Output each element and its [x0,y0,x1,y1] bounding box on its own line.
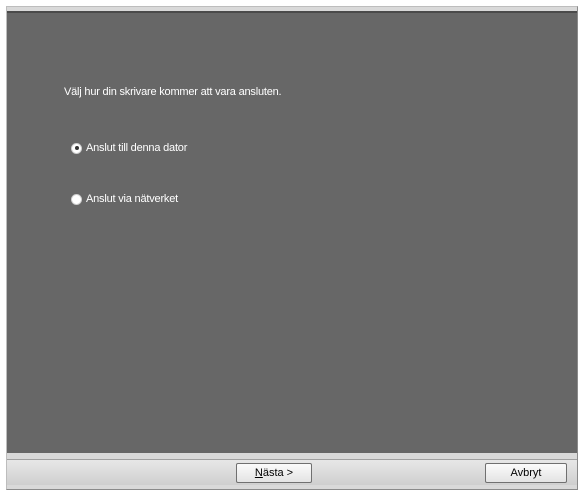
button-bar: Nästa > Avbryt [7,459,577,485]
next-label: ästa > [262,467,294,479]
option-network-connection[interactable]: Anslut via nätverket [71,193,178,205]
divider [7,459,577,460]
cancel-button[interactable]: Avbryt [485,463,567,483]
radio-button-selected[interactable] [71,142,82,154]
connection-prompt: Välj hur din skrivare kommer att vara an… [64,86,282,98]
content-panel: Välj hur din skrivare kommer att vara an… [7,11,577,453]
radio-button-unselected[interactable] [71,193,82,205]
next-accelerator: N [254,467,263,479]
option-local-connection[interactable]: Anslut till denna dator [71,142,187,154]
radio-dot-icon [74,146,79,150]
next-button[interactable]: Nästa > [236,463,312,483]
option-network-label: Anslut via nätverket [86,193,178,205]
installer-window: Välj hur din skrivare kommer att vara an… [6,6,578,490]
option-local-label: Anslut till denna dator [86,142,188,154]
